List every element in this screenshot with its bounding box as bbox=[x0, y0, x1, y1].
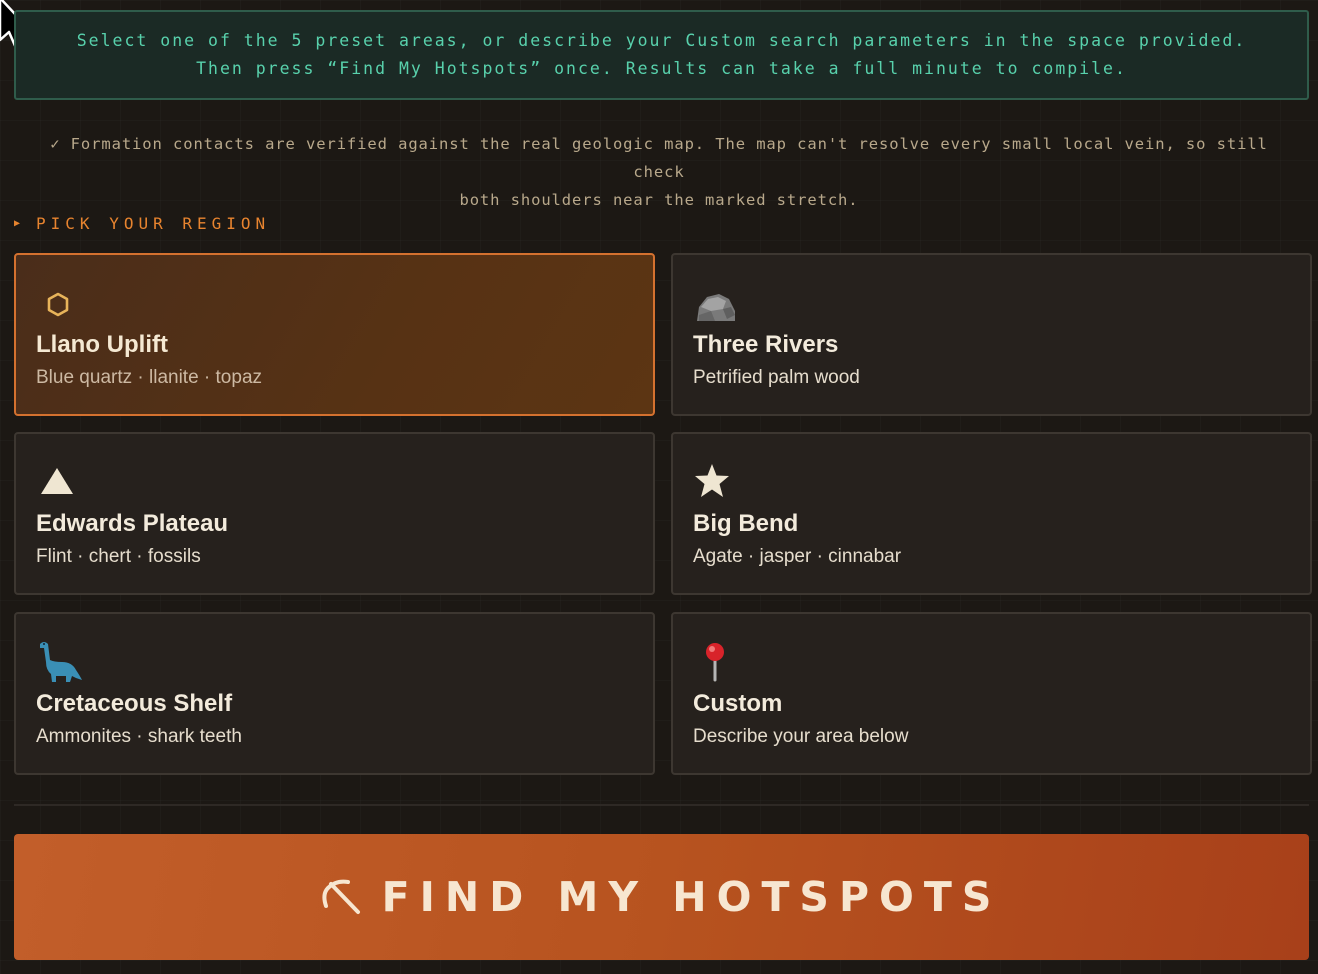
region-card-custom[interactable]: Custom Describe your area below bbox=[671, 612, 1312, 775]
hexagon-icon bbox=[47, 292, 69, 317]
play-marker-icon: ▶ bbox=[14, 218, 21, 229]
region-title: Llano Uplift bbox=[36, 331, 168, 358]
find-hotspots-button[interactable]: FIND MY HOTSPOTS bbox=[14, 834, 1309, 960]
dinosaur-icon bbox=[40, 642, 82, 682]
rock-icon bbox=[697, 294, 735, 321]
instructions-line-1: Select one of the 5 preset areas, or des… bbox=[76, 31, 1247, 50]
instructions-line-2: Then press “Find My Hotspots” once. Resu… bbox=[196, 59, 1127, 78]
region-subtitle: Ammonites · shark teeth bbox=[36, 726, 242, 747]
region-title: Big Bend bbox=[693, 510, 799, 537]
region-subtitle: Agate · jasper · cinnabar bbox=[693, 546, 902, 567]
divider bbox=[14, 804, 1309, 806]
verification-note-line-2: both shoulders near the marked stretch. bbox=[459, 191, 859, 209]
section-heading: ▶ PICK YOUR REGION bbox=[14, 214, 270, 233]
find-hotspots-label: FIND MY HOTSPOTS bbox=[381, 873, 1002, 921]
verification-note: ✓ Formation contacts are verified agains… bbox=[20, 130, 1298, 214]
star-icon bbox=[695, 464, 729, 497]
region-title: Cretaceous Shelf bbox=[36, 690, 233, 717]
instructions-banner: Select one of the 5 preset areas, or des… bbox=[14, 10, 1309, 100]
pin-icon bbox=[706, 643, 724, 682]
region-title: Edwards Plateau bbox=[36, 510, 229, 537]
region-subtitle: Blue quartz · llanite · topaz bbox=[36, 367, 263, 388]
region-title: Three Rivers bbox=[693, 331, 839, 358]
region-subtitle: Petrified palm wood bbox=[693, 367, 860, 388]
pickaxe-icon bbox=[322, 879, 360, 914]
region-card-edwards-plateau[interactable]: Edwards Plateau Flint · chert · fossils bbox=[14, 432, 655, 595]
region-title: Custom bbox=[693, 690, 783, 717]
triangle-icon bbox=[41, 468, 73, 494]
verification-note-line-1: ✓ Formation contacts are verified agains… bbox=[50, 135, 1268, 181]
region-card-big-bend[interactable]: Big Bend Agate · jasper · cinnabar bbox=[671, 432, 1312, 595]
region-subtitle: Flint · chert · fossils bbox=[36, 546, 201, 567]
region-card-llano-uplift[interactable]: Llano Uplift Blue quartz · llanite · top… bbox=[14, 253, 655, 416]
region-card-cretaceous-shelf[interactable]: Cretaceous Shelf Ammonites · shark teeth bbox=[14, 612, 655, 775]
region-subtitle: Describe your area below bbox=[693, 726, 909, 747]
region-card-three-rivers[interactable]: Three Rivers Petrified palm wood bbox=[671, 253, 1312, 416]
section-heading-label: PICK YOUR REGION bbox=[36, 214, 271, 233]
